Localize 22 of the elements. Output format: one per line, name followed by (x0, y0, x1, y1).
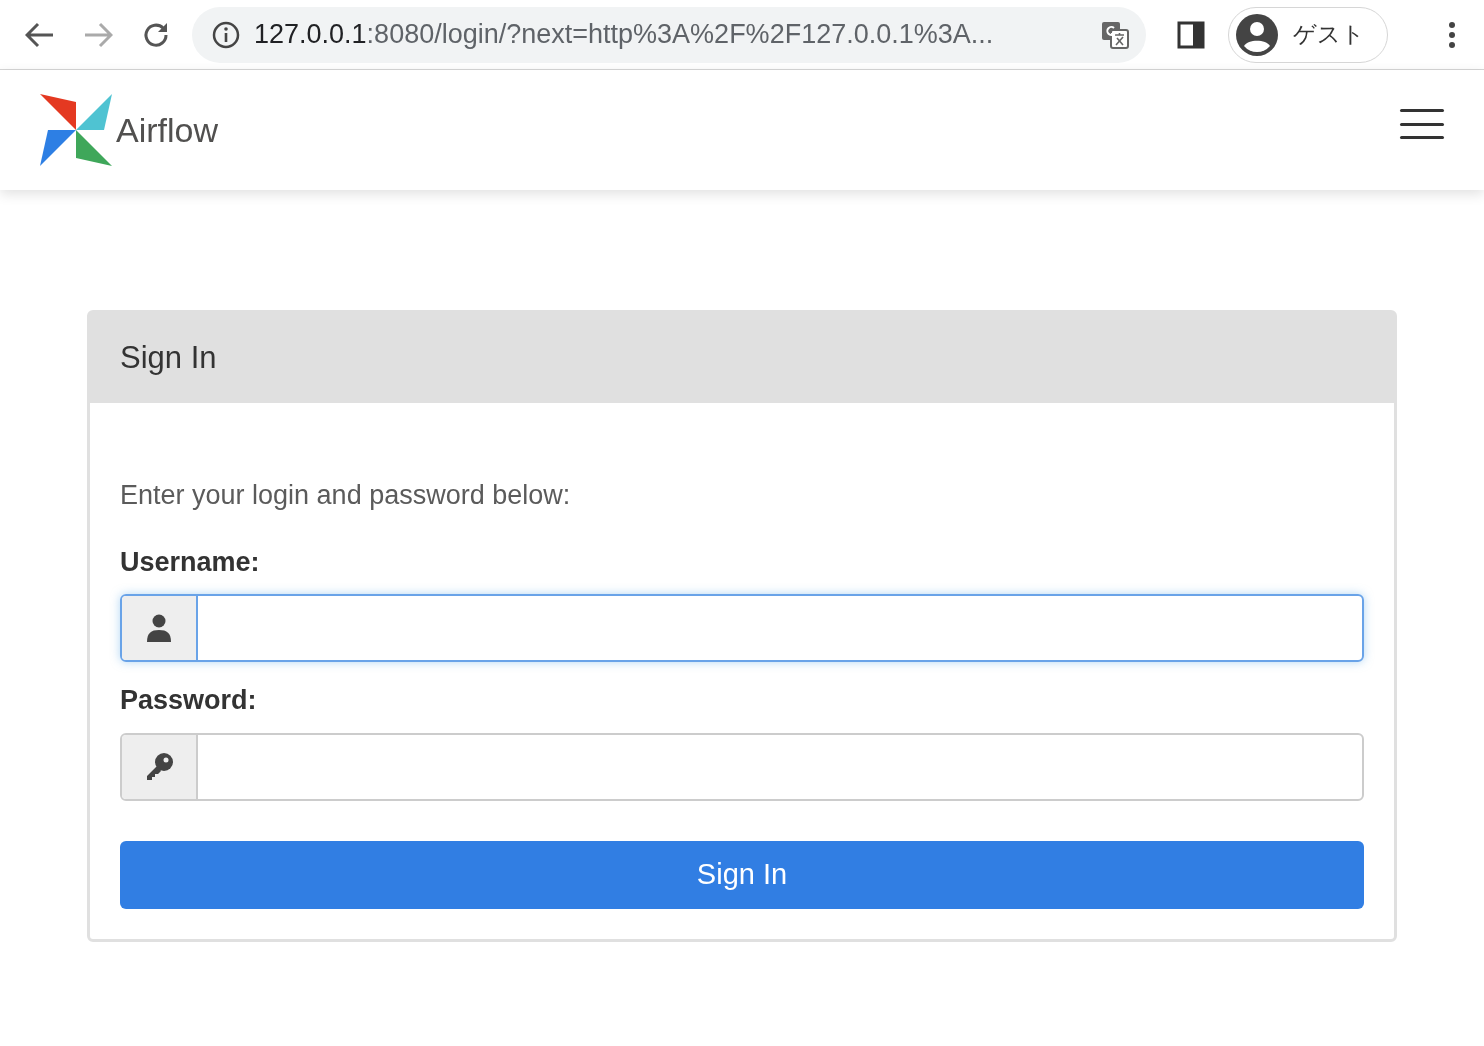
field-label: Username: (120, 545, 261, 579)
profile-button[interactable]: ゲスト (1228, 6, 1388, 63)
url-text: :8080/login/?next=http%3A%2F%2F127.0.0.1%3A... (366, 18, 994, 52)
avatar-icon (1235, 12, 1279, 57)
info-icon[interactable] (212, 20, 240, 49)
card-title: Sign In (90, 313, 1394, 403)
translate-icon[interactable] (1100, 19, 1130, 50)
field-label: Password: (120, 684, 258, 717)
password-field[interactable] (120, 732, 1364, 801)
user-icon (147, 614, 171, 642)
instructions-text: Enter your login and password below: (120, 479, 572, 512)
back-arrow-icon (25, 21, 55, 48)
pinwheel-logo (40, 94, 112, 166)
menu-button[interactable] (1400, 109, 1444, 139)
username-field[interactable] (120, 594, 1364, 662)
url-text: 127.0.0.1 (254, 18, 367, 52)
side-panel-icon[interactable] (1176, 19, 1206, 50)
forward-arrow-icon (83, 21, 113, 48)
sign-in-button[interactable]: Sign In (120, 840, 1364, 909)
key-icon (144, 751, 174, 782)
address-bar[interactable]: 127.0.0.1:8080/login/?next=http%3A%2F%2F127.0.0.1%3A... (192, 6, 1146, 63)
brand-link[interactable]: Airflow (40, 94, 219, 166)
